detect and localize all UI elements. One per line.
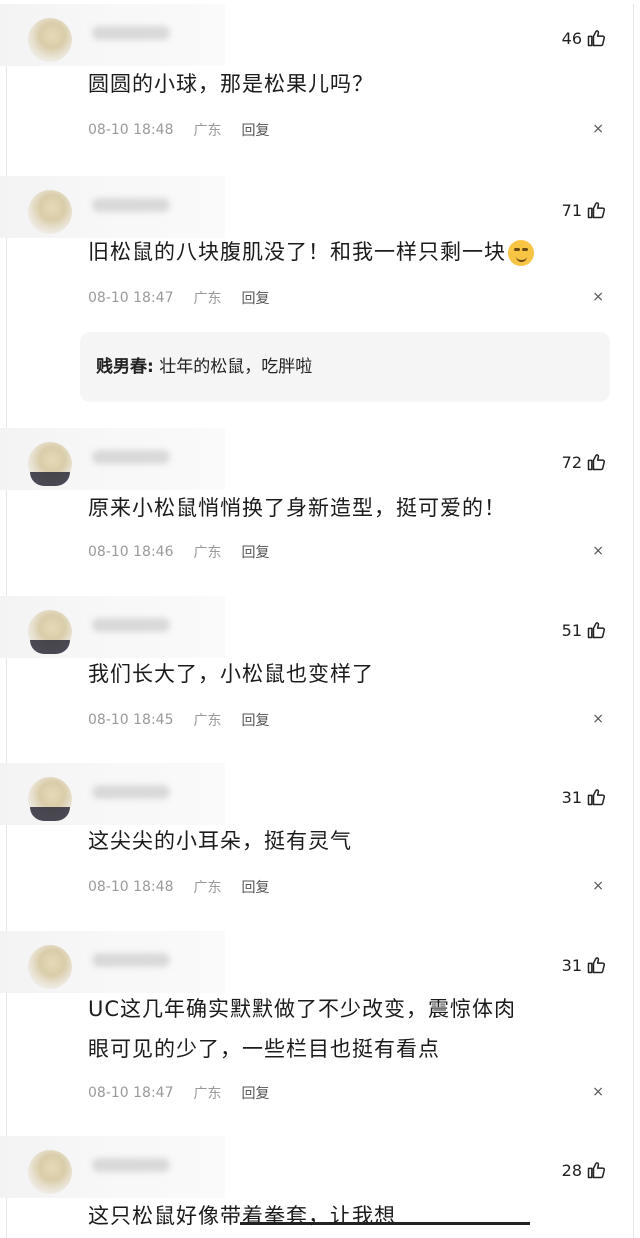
comment-location: 广东 [193,545,222,561]
comment-text-line: 眼可见的少了，一些栏目也挺有看点 [88,1037,440,1061]
thumbs-up-icon [587,622,606,639]
thumbs-up-icon [587,957,606,974]
comment-time: 08-10 18:46 [88,544,174,560]
comment-location: 广东 [193,880,222,896]
like-count: 31 [561,955,582,975]
comment-text: 我们长大了，小松鼠也变样了 [88,662,374,686]
like-button[interactable]: 72 [562,452,606,472]
comment-location: 广东 [193,713,222,729]
avatar[interactable] [28,945,72,989]
avatar[interactable] [28,1150,72,1194]
username-blurred[interactable] [92,450,170,464]
comment-time: 08-10 18:48 [88,122,174,138]
close-icon[interactable]: × [592,543,604,559]
reply-button[interactable]: 回复 [241,120,269,140]
comment-location: 广东 [193,291,222,307]
comment-meta: 08-10 18:48 广东 回复 [88,120,269,140]
smirk-emoji-icon [508,240,534,266]
scribble-mark [240,1222,530,1225]
like-count: 46 [561,28,582,48]
reply-button[interactable]: 回复 [241,1083,269,1103]
comment-time: 08-10 18:48 [88,879,174,895]
close-icon[interactable]: × [592,121,604,137]
comment-meta: 08-10 18:47 广东 回复 [88,1083,269,1103]
like-count: 31 [561,787,582,807]
comment-text-content: 旧松鼠的八块腹肌没了！和我一样只剩一块 [88,240,506,264]
comment-time: 08-10 18:47 [88,1085,174,1101]
comment-meta: 08-10 18:47 广东 回复 [88,288,269,308]
like-count: 28 [561,1160,582,1180]
like-count: 71 [561,200,582,220]
like-button[interactable]: 31 [562,955,606,975]
comment-text: 圆圆的小球，那是松果儿吗？ [88,72,374,96]
like-button[interactable]: 71 [562,200,606,220]
close-icon[interactable]: × [592,878,604,894]
comment-meta: 08-10 18:48 广东 回复 [88,877,269,897]
like-count: 72 [561,452,582,472]
comment-time: 08-10 18:47 [88,290,174,306]
close-icon[interactable]: × [592,289,604,305]
username-blurred[interactable] [92,198,170,212]
like-count: 51 [561,620,582,640]
avatar[interactable] [28,190,72,234]
username-blurred[interactable] [92,26,170,40]
comment-meta: 08-10 18:46 广东 回复 [88,542,269,562]
username-blurred[interactable] [92,953,170,967]
reply-button[interactable]: 回复 [241,877,269,897]
like-button[interactable]: 51 [562,620,606,640]
sub-reply-text: 壮年的松鼠，吃胖啦 [159,357,313,377]
thumbs-up-icon [587,789,606,806]
like-button[interactable]: 46 [562,28,606,48]
comment-text-line: UC这几年确实默默做了不少改变，震惊体肉 [88,997,517,1021]
comment-meta: 08-10 18:45 广东 回复 [88,710,269,730]
comment-text: 原来小松鼠悄悄换了身新造型，挺可爱的！ [88,496,506,520]
username-blurred[interactable] [92,618,170,632]
username-blurred[interactable] [92,1158,170,1172]
sub-reply-author[interactable]: 贱男春: [96,357,154,377]
thumbs-up-icon [587,202,606,219]
like-button[interactable]: 31 [562,787,606,807]
avatar[interactable] [28,18,72,62]
thumbs-up-icon [587,1162,606,1179]
comment-text: UC这几年确实默默做了不少改变，震惊体肉 眼可见的少了，一些栏目也挺有看点 [88,989,608,1069]
reply-button[interactable]: 回复 [241,542,269,562]
comment-location: 广东 [193,123,222,139]
close-icon[interactable]: × [592,1084,604,1100]
reply-button[interactable]: 回复 [241,710,269,730]
reply-button[interactable]: 回复 [241,288,269,308]
thumbs-up-icon [587,454,606,471]
comment-text: 这只松鼠好像带着拳套，让我想 [88,1204,396,1228]
comment-location: 广东 [193,1086,222,1102]
close-icon[interactable]: × [592,711,604,727]
comment-time: 08-10 18:45 [88,712,174,728]
comment-text: 这尖尖的小耳朵，挺有灵气 [88,829,352,853]
username-blurred[interactable] [92,785,170,799]
sub-reply[interactable]: 贱男春: 壮年的松鼠，吃胖啦 [80,332,610,402]
thumbs-up-icon [587,30,606,47]
comment-text: 旧松鼠的八块腹肌没了！和我一样只剩一块 [88,232,608,272]
like-button[interactable]: 28 [562,1160,606,1180]
